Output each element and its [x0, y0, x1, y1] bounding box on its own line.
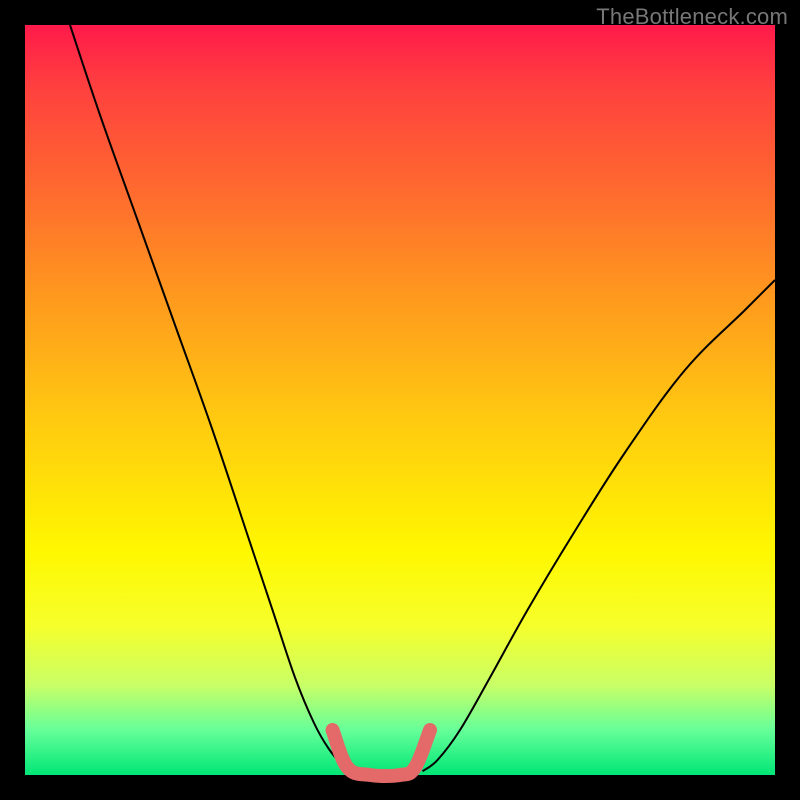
chart-svg: [25, 25, 775, 775]
frame: TheBottleneck.com: [0, 0, 800, 800]
valley-marker: [333, 730, 431, 776]
curve-right: [423, 280, 776, 771]
curve-left: [70, 25, 355, 771]
chart-plot-area: [25, 25, 775, 775]
